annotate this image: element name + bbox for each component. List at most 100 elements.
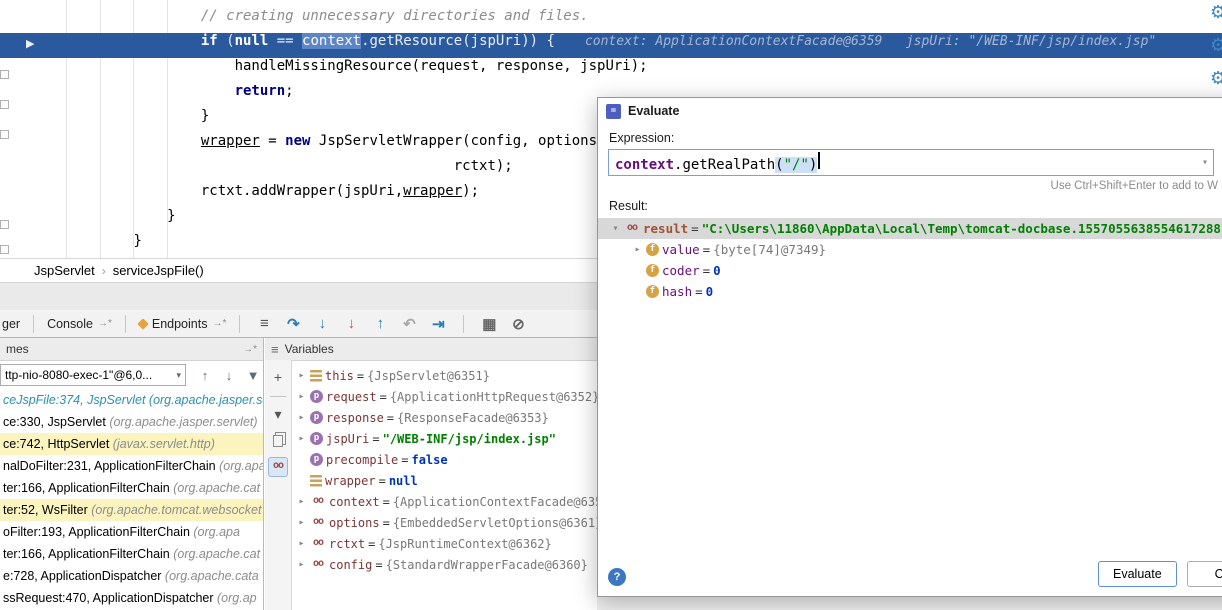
variable-row[interactable]: wrapper = null [292, 470, 597, 491]
variable-value: "/WEB-INF/jsp/index.jsp" [383, 432, 556, 446]
stack-frame[interactable]: ce:330, JspServlet (org.apache.jasper.se… [0, 411, 263, 433]
tab-jump-icon: →* [98, 318, 112, 329]
gear-icon[interactable]: ⚙ [1210, 35, 1222, 55]
variables-panel: ≡ Variables +▾oo ▸this = {JspServlet@635… [265, 338, 597, 610]
variable-value: {EmbeddedServletOptions@6361} [393, 516, 597, 530]
expand-chevron-icon[interactable]: ▸ [296, 517, 307, 528]
variable-row[interactable]: ▸oocontext = {ApplicationContextFacade@6… [292, 491, 597, 512]
watches-toggle-button[interactable]: oo [268, 457, 288, 477]
tab-console[interactable]: Console →* [40, 310, 119, 337]
code-token: } [133, 233, 141, 249]
tab-endpoints-label: Endpoints [152, 317, 208, 331]
gear-icon[interactable]: ⚙ [1210, 68, 1222, 88]
stack-frame[interactable]: ter:166, ApplicationFilterChain (org.apa… [0, 543, 263, 565]
gear-icon[interactable]: ⚙ [1210, 2, 1222, 22]
execution-line: if (null == context.getResource(jspUri))… [0, 33, 1222, 58]
field-icon: f [646, 243, 659, 256]
variable-row[interactable]: ▸ooconfig = {StandardWrapperFacade@6360} [292, 554, 597, 575]
step-down-icon[interactable]: ↓ [220, 368, 238, 383]
evaluate-button[interactable]: Evaluate [1098, 561, 1177, 587]
view-breakpoints-icon[interactable]: ▦ [479, 315, 499, 333]
code-token: .getResource(jspUri)) { [361, 33, 555, 49]
frame-location: nalDoFilter:231, ApplicationFilterChain [3, 459, 219, 473]
expand-chevron-icon[interactable]: ▸ [296, 412, 307, 423]
menu-icon[interactable]: ≡ [271, 342, 279, 357]
close-button[interactable]: Clo [1187, 561, 1222, 587]
equals: = [379, 474, 386, 488]
stack-frame[interactable]: ter:52, WsFilter (org.apache.tomcat.webs… [0, 499, 263, 521]
variable-row[interactable]: ▸oooptions = {EmbeddedServletOptions@636… [292, 512, 597, 533]
stack-frame[interactable]: nalDoFilter:231, ApplicationFilterChain … [0, 455, 263, 477]
equals: = [375, 558, 382, 572]
mute-breakpoints-icon[interactable]: ⊘ [508, 315, 528, 333]
fold-marker[interactable] [0, 100, 9, 109]
equals: = [357, 369, 364, 383]
expand-chevron-icon[interactable]: ▸ [296, 433, 307, 444]
fold-marker[interactable] [0, 130, 9, 139]
expand-chevron-icon[interactable]: ▾ [610, 223, 621, 234]
tab-debugger[interactable]: ger [0, 310, 27, 337]
expand-chevron-icon[interactable]: ▸ [296, 496, 307, 507]
local-variable-icon [310, 475, 322, 487]
menu-icon[interactable]: ≡ [254, 315, 274, 332]
breadcrumb-item-method[interactable]: serviceJspFile() [113, 263, 204, 278]
step-up-icon[interactable]: ↑ [196, 368, 214, 383]
stack-frame[interactable]: ter:166, ApplicationFilterChain (org.apa… [0, 477, 263, 499]
expression-input[interactable]: context.getRealPath("/") ▾ [608, 149, 1214, 176]
help-button[interactable]: ? [608, 568, 626, 586]
add-button[interactable]: + [269, 368, 287, 386]
variable-value: {JspServlet@6351} [367, 369, 490, 383]
expand-chevron-icon[interactable]: ▸ [296, 391, 307, 402]
fold-marker[interactable] [0, 245, 9, 254]
tab-endpoints[interactable]: Endpoints →* [132, 310, 234, 337]
expand-chevron-icon[interactable]: ▸ [296, 538, 307, 549]
frame-package: (org.apa [193, 525, 240, 539]
watches-toolbar: + ▾ oo [265, 360, 292, 610]
stack-frames-list: ceJspFile:374, JspServlet (org.apache.ja… [0, 389, 263, 609]
drop-frame-icon[interactable]: ↶ [399, 315, 419, 333]
run-to-cursor-icon[interactable]: ⇥ [428, 315, 448, 333]
variable-row[interactable]: ▸pjspUri = "/WEB-INF/jsp/index.jsp" [292, 428, 597, 449]
variable-row[interactable]: ▸this = {JspServlet@6351} [292, 365, 597, 386]
expand-chevron-icon[interactable]: ▸ [296, 559, 307, 570]
code-token: wrapper [403, 183, 462, 199]
stack-frame[interactable]: ce:742, HttpServlet (javax.servlet.http) [0, 433, 263, 455]
variable-value: {ResponseFacade@6353} [397, 411, 549, 425]
variable-row[interactable]: pprecompile = false [292, 449, 597, 470]
result-value: 0 [713, 263, 721, 278]
force-step-into-icon[interactable]: ↓ [341, 315, 361, 332]
parameter-icon: p [310, 411, 323, 424]
variable-row[interactable]: ▸presponse = {ResponseFacade@6353} [292, 407, 597, 428]
thread-dropdown[interactable]: ttp-nio-8080-exec-1"@6,0... ▾ [0, 364, 186, 386]
stack-frame[interactable]: ssRequest:470, ApplicationDispatcher (or… [0, 587, 263, 609]
stack-frame[interactable]: ceJspFile:374, JspServlet (org.apache.ja… [0, 389, 263, 411]
result-value: 0 [706, 284, 714, 299]
variable-row[interactable]: ▸oorctxt = {JspRuntimeContext@6362} [292, 533, 597, 554]
step-over-icon[interactable]: ↷ [283, 315, 303, 333]
variable-name: rctxt [329, 537, 365, 551]
copy-button[interactable] [269, 431, 287, 449]
scroll-down-button[interactable]: ▾ [269, 405, 287, 423]
frame-location: ter:52, WsFilter [3, 503, 91, 517]
equals: = [401, 453, 408, 467]
result-row[interactable]: ▾ooresult = "C:\Users\11860\AppData\Loca… [598, 218, 1222, 239]
step-out-icon[interactable]: ↑ [370, 315, 390, 332]
stepping-actions: ≡ ↷ ↓ ↓ ↑ ↶ ⇥ ▦ ⊘ [254, 315, 528, 333]
filter-icon[interactable]: ▼ [244, 368, 262, 383]
result-row[interactable]: fcoder = 0 [598, 260, 1222, 281]
fold-marker[interactable] [0, 220, 9, 229]
variable-row[interactable]: ▸prequest = {ApplicationHttpRequest@6352… [292, 386, 597, 407]
result-row[interactable]: ▸fvalue = {byte[74]@7349} [598, 239, 1222, 260]
variable-name: jspUri [326, 432, 369, 446]
stack-frame[interactable]: oFilter:193, ApplicationFilterChain (org… [0, 521, 263, 543]
expand-chevron-icon[interactable]: ▸ [296, 370, 307, 381]
fold-marker[interactable] [0, 70, 9, 79]
variable-value: false [411, 453, 447, 467]
stack-frame[interactable]: e:728, ApplicationDispatcher (org.apache… [0, 565, 263, 587]
chevron-down-icon[interactable]: ▾ [1202, 157, 1208, 168]
frame-location: ceJspFile:374, JspServlet [3, 393, 149, 407]
breadcrumb-item-class[interactable]: JspServlet [34, 263, 95, 278]
step-into-icon[interactable]: ↓ [312, 315, 332, 332]
result-row[interactable]: fhash = 0 [598, 281, 1222, 302]
expand-chevron-icon[interactable]: ▸ [632, 244, 643, 255]
